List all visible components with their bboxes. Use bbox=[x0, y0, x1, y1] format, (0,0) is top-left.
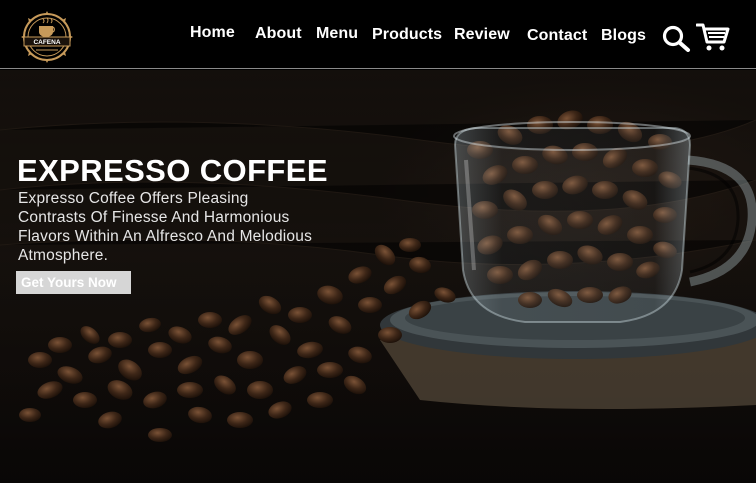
hero-title: EXPRESSO COFFEE bbox=[17, 153, 328, 188]
nav-home-link[interactable]: Home bbox=[190, 24, 235, 42]
cart-button[interactable] bbox=[695, 22, 730, 52]
hero-section: EXPRESSO COFFEE Expresso Coffee Offers P… bbox=[0, 70, 756, 483]
nav-review-link[interactable]: Review bbox=[454, 26, 510, 44]
search-icon bbox=[662, 25, 690, 52]
cart-icon bbox=[695, 23, 730, 51]
nav-products-link[interactable]: Products bbox=[372, 26, 442, 44]
site-header: CAFENA Home About Menu Products Review C… bbox=[0, 0, 756, 69]
nav-blogs-link[interactable]: Blogs bbox=[601, 27, 646, 45]
main-nav: Home About Menu Products Review Contact … bbox=[0, 0, 756, 69]
nav-menu-link[interactable]: Menu bbox=[316, 25, 358, 43]
get-yours-now-button[interactable]: Get Yours Now bbox=[16, 271, 131, 294]
nav-contact-link[interactable]: Contact bbox=[527, 27, 587, 45]
hero-description: Expresso Coffee Offers Pleasing Contrast… bbox=[18, 190, 313, 264]
search-button[interactable] bbox=[661, 24, 691, 52]
nav-about-link[interactable]: About bbox=[255, 25, 302, 43]
